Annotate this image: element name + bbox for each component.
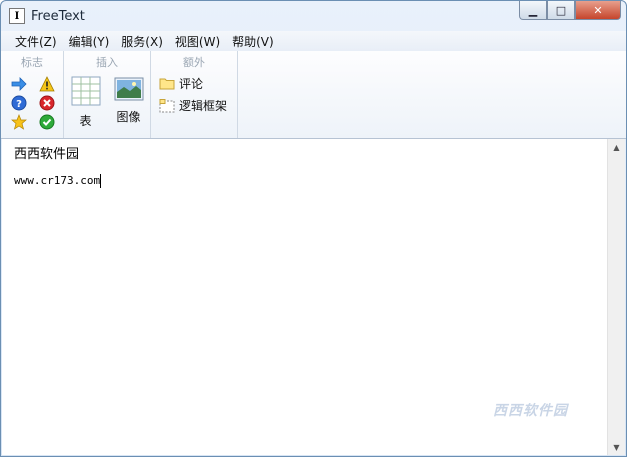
- scroll-up-icon[interactable]: ▲: [608, 139, 625, 155]
- menu-view[interactable]: 视图(W): [169, 33, 226, 50]
- title-bar[interactable]: I FreeText ▁ □ ✕: [1, 1, 626, 31]
- editor-line-2: www.cr173.com: [14, 174, 608, 188]
- star-icon[interactable]: [11, 114, 27, 130]
- menu-file[interactable]: 文件(Z): [9, 33, 63, 50]
- app-icon: I: [9, 8, 25, 24]
- help-icon[interactable]: ?: [11, 95, 27, 111]
- minimize-button[interactable]: ▁: [519, 1, 547, 20]
- text-caret: [100, 174, 102, 188]
- maximize-icon: □: [555, 3, 567, 17]
- warning-icon[interactable]: [39, 76, 55, 92]
- check-icon[interactable]: [39, 114, 55, 130]
- frame-icon: [159, 98, 175, 112]
- window-title: FreeText: [31, 8, 85, 24]
- menu-edit[interactable]: 编辑(Y): [63, 33, 116, 50]
- insert-group: 插入 表 图像: [64, 51, 151, 138]
- toolbar: 标志 ? 插入 表 图像 额外 评论 逻辑框架: [1, 51, 626, 139]
- flags-group: 标志 ?: [1, 51, 64, 138]
- logic-frame-button[interactable]: 逻辑框架: [159, 97, 237, 114]
- minimize-icon: ▁: [528, 3, 538, 17]
- insert-image-button[interactable]: 图像: [114, 76, 144, 129]
- flags-group-label: 标志: [21, 56, 43, 69]
- extra-group-label: 额外: [183, 56, 205, 69]
- vertical-scrollbar[interactable]: ▲ ▼: [607, 139, 625, 455]
- watermark-logo: 西西软件园: [493, 403, 568, 419]
- insert-table-button[interactable]: 表: [71, 76, 101, 129]
- menu-bar: 文件(Z) 编辑(Y) 服务(X) 视图(W) 帮助(V): [1, 31, 626, 51]
- insert-image-label: 图像: [116, 110, 141, 124]
- logic-frame-label: 逻辑框架: [179, 99, 228, 113]
- arrow-right-icon[interactable]: [11, 76, 27, 92]
- comment-label: 评论: [179, 77, 204, 91]
- app-window: I FreeText ▁ □ ✕ 文件(Z) 编辑(Y) 服务(X) 视图(W)…: [0, 0, 627, 457]
- comment-icon: [159, 78, 175, 90]
- menu-help[interactable]: 帮助(V): [226, 33, 280, 50]
- insert-group-label: 插入: [96, 56, 118, 69]
- scroll-down-icon[interactable]: ▼: [608, 439, 625, 455]
- maximize-button[interactable]: □: [547, 1, 575, 20]
- menu-services[interactable]: 服务(X): [115, 33, 169, 50]
- error-icon[interactable]: [39, 95, 55, 111]
- close-button[interactable]: ✕: [575, 1, 621, 20]
- close-icon: ✕: [593, 3, 603, 17]
- comment-button[interactable]: 评论: [159, 75, 237, 92]
- editor-line-2-text: www.cr173.com: [14, 174, 101, 187]
- svg-text:?: ?: [16, 99, 22, 110]
- editor-line-1: 西西软件园: [14, 147, 80, 162]
- table-icon: [71, 76, 100, 106]
- text-editor[interactable]: 西西软件园 www.cr173.com 西西软件园: [2, 139, 608, 455]
- extra-group: 额外 评论 逻辑框架: [151, 51, 238, 138]
- image-icon: [114, 77, 143, 101]
- insert-table-label: 表: [79, 114, 92, 128]
